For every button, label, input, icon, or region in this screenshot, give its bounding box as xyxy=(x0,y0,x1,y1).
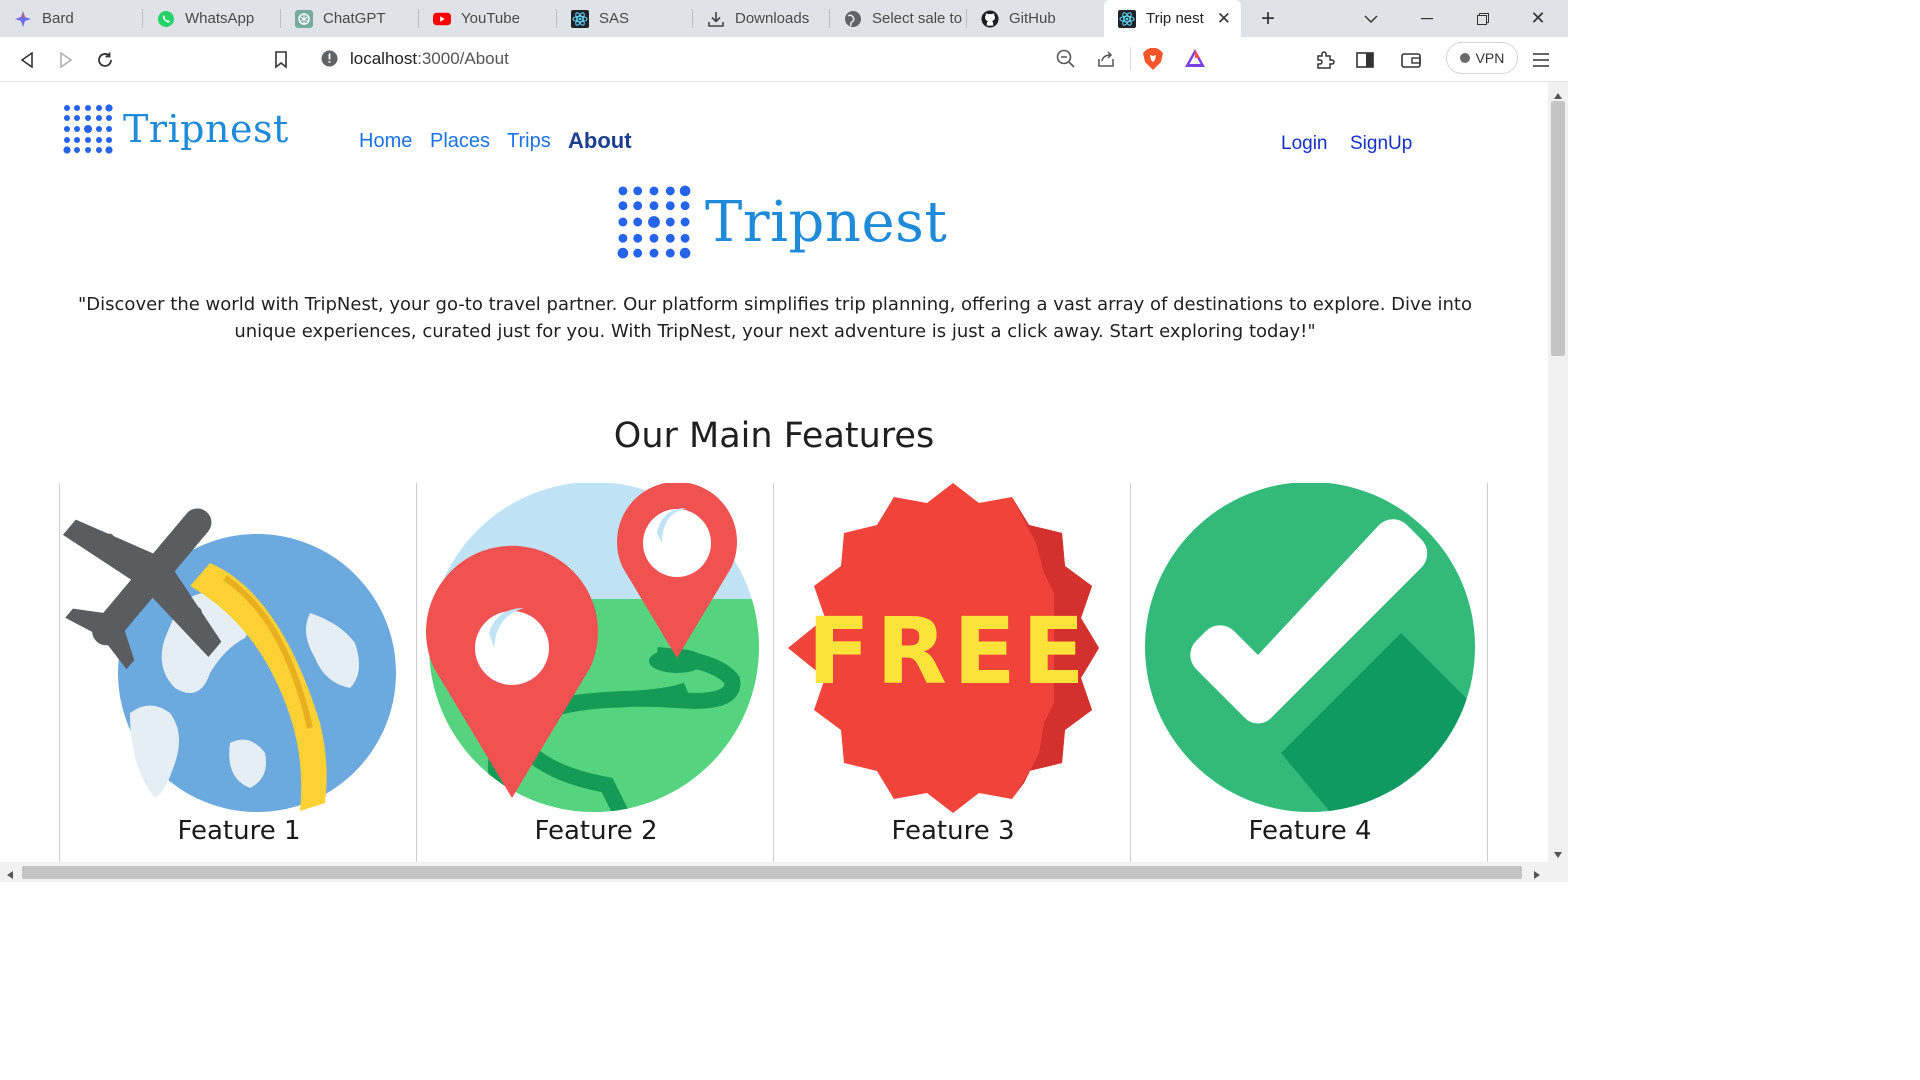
signup-link[interactable]: SignUp xyxy=(1350,133,1412,155)
feature-card: FREE Feature 3 xyxy=(773,483,1131,862)
tab-strip: Bard WhatsApp ChatGPT YouTube SAS Downlo… xyxy=(0,0,1568,37)
tab-sas[interactable]: SAS xyxy=(557,0,693,37)
url-text[interactable]: localhost:3000/About xyxy=(350,49,509,69)
forward-icon[interactable] xyxy=(53,47,79,73)
features-grid: Feature 1 Feature 2 FREE Feature 3 Featu… xyxy=(59,483,1489,862)
nav-about[interactable]: About xyxy=(568,128,632,154)
tab-label: Select sale to d xyxy=(872,10,966,27)
menu-icon[interactable] xyxy=(1528,47,1554,73)
horizontal-scroll-thumb[interactable] xyxy=(22,866,1522,879)
site-logo[interactable]: Tripnest xyxy=(63,104,289,154)
minimize-icon[interactable] xyxy=(1405,0,1449,37)
tab-select-sale[interactable]: Select sale to d xyxy=(830,0,966,37)
address-bar[interactable]: localhost:3000/About xyxy=(308,42,1218,76)
feature-card: Feature 1 xyxy=(59,483,417,862)
globe-icon xyxy=(844,10,862,28)
sidebar-icon[interactable] xyxy=(1352,47,1378,73)
dots-logo-icon xyxy=(63,104,113,154)
browser-toolbar: localhost:3000/About VPN xyxy=(0,37,1568,82)
youtube-icon xyxy=(433,10,451,28)
brave-shields-icon[interactable] xyxy=(1142,47,1164,76)
react-icon xyxy=(571,9,589,28)
new-tab-button[interactable]: + xyxy=(1246,0,1290,37)
scroll-right-icon[interactable] xyxy=(1533,867,1541,885)
login-link[interactable]: Login xyxy=(1281,133,1328,155)
tab-label: ChatGPT xyxy=(323,10,386,27)
badge-text: FREE xyxy=(807,598,1090,705)
download-icon xyxy=(707,10,725,28)
dots-logo-icon xyxy=(617,185,691,259)
scroll-left-icon[interactable] xyxy=(6,867,14,885)
feature-label: Feature 3 xyxy=(891,816,1015,846)
tab-label: SAS xyxy=(599,10,630,27)
hero-logo: Tripnest xyxy=(617,185,947,259)
nav-places[interactable]: Places xyxy=(430,130,490,153)
tab-youtube[interactable]: YouTube xyxy=(419,0,556,37)
vpn-button[interactable]: VPN xyxy=(1446,42,1518,74)
close-window-icon[interactable]: ✕ xyxy=(1516,0,1560,37)
feature-card: Feature 4 xyxy=(1130,483,1488,862)
tab-label: GitHub xyxy=(1009,10,1056,27)
hero-brand-name: Tripnest xyxy=(705,189,948,255)
brave-rewards-icon[interactable] xyxy=(1184,48,1206,73)
tab-whatsapp[interactable]: WhatsApp xyxy=(143,0,280,37)
nav-trips[interactable]: Trips xyxy=(507,130,551,153)
tab-search-chevron-icon[interactable] xyxy=(1349,0,1393,37)
reload-icon[interactable] xyxy=(92,47,118,73)
share-icon[interactable] xyxy=(1096,49,1116,74)
back-icon[interactable] xyxy=(14,47,40,73)
restore-icon[interactable] xyxy=(1461,0,1505,37)
page-content: Tripnest Home Places Trips About Login S… xyxy=(0,82,1548,862)
bard-icon xyxy=(14,10,32,28)
tab-label: WhatsApp xyxy=(185,10,255,27)
vertical-scrollbar[interactable] xyxy=(1548,82,1568,862)
react-icon xyxy=(1118,9,1136,28)
vpn-status-icon xyxy=(1459,53,1470,63)
nav-home[interactable]: Home xyxy=(359,130,412,153)
chatgpt-icon xyxy=(295,9,313,28)
close-tab-icon[interactable]: ✕ xyxy=(1217,9,1231,29)
feature-card: Feature 2 xyxy=(416,483,774,862)
extensions-icon[interactable] xyxy=(1312,47,1338,73)
zoom-icon[interactable] xyxy=(1056,49,1076,74)
airplane-globe-icon xyxy=(62,508,396,812)
tab-label: Bard xyxy=(42,10,74,27)
feature-label: Feature 4 xyxy=(1248,816,1372,846)
brand-name: Tripnest xyxy=(123,107,289,151)
whatsapp-icon xyxy=(157,10,175,28)
tab-trip-nest[interactable]: Trip nest ✕ xyxy=(1104,0,1241,37)
checkmark-icon xyxy=(1145,483,1475,812)
tab-label: Downloads xyxy=(735,10,810,27)
tab-github[interactable]: GitHub xyxy=(967,0,1103,37)
tab-downloads[interactable]: Downloads xyxy=(693,0,829,37)
intro-paragraph: "Discover the world with TripNest, your … xyxy=(78,294,1472,342)
vertical-scroll-thumb[interactable] xyxy=(1551,101,1565,356)
bookmark-icon[interactable] xyxy=(268,47,294,73)
tab-chatgpt[interactable]: ChatGPT xyxy=(281,0,418,37)
feature-label: Feature 1 xyxy=(177,816,301,846)
horizontal-scrollbar[interactable] xyxy=(0,862,1568,882)
tab-label: Trip nest xyxy=(1146,10,1204,27)
github-icon xyxy=(981,9,999,28)
site-info-icon[interactable] xyxy=(321,50,338,72)
map-pins-icon xyxy=(426,483,759,812)
tab-bard[interactable]: Bard xyxy=(0,0,140,37)
free-badge-icon: FREE xyxy=(788,483,1099,813)
tab-label: YouTube xyxy=(461,10,520,27)
feature-label: Feature 2 xyxy=(534,816,658,846)
vpn-label: VPN xyxy=(1475,50,1505,66)
wallet-icon[interactable] xyxy=(1398,47,1424,73)
features-heading: Our Main Features xyxy=(613,416,935,456)
